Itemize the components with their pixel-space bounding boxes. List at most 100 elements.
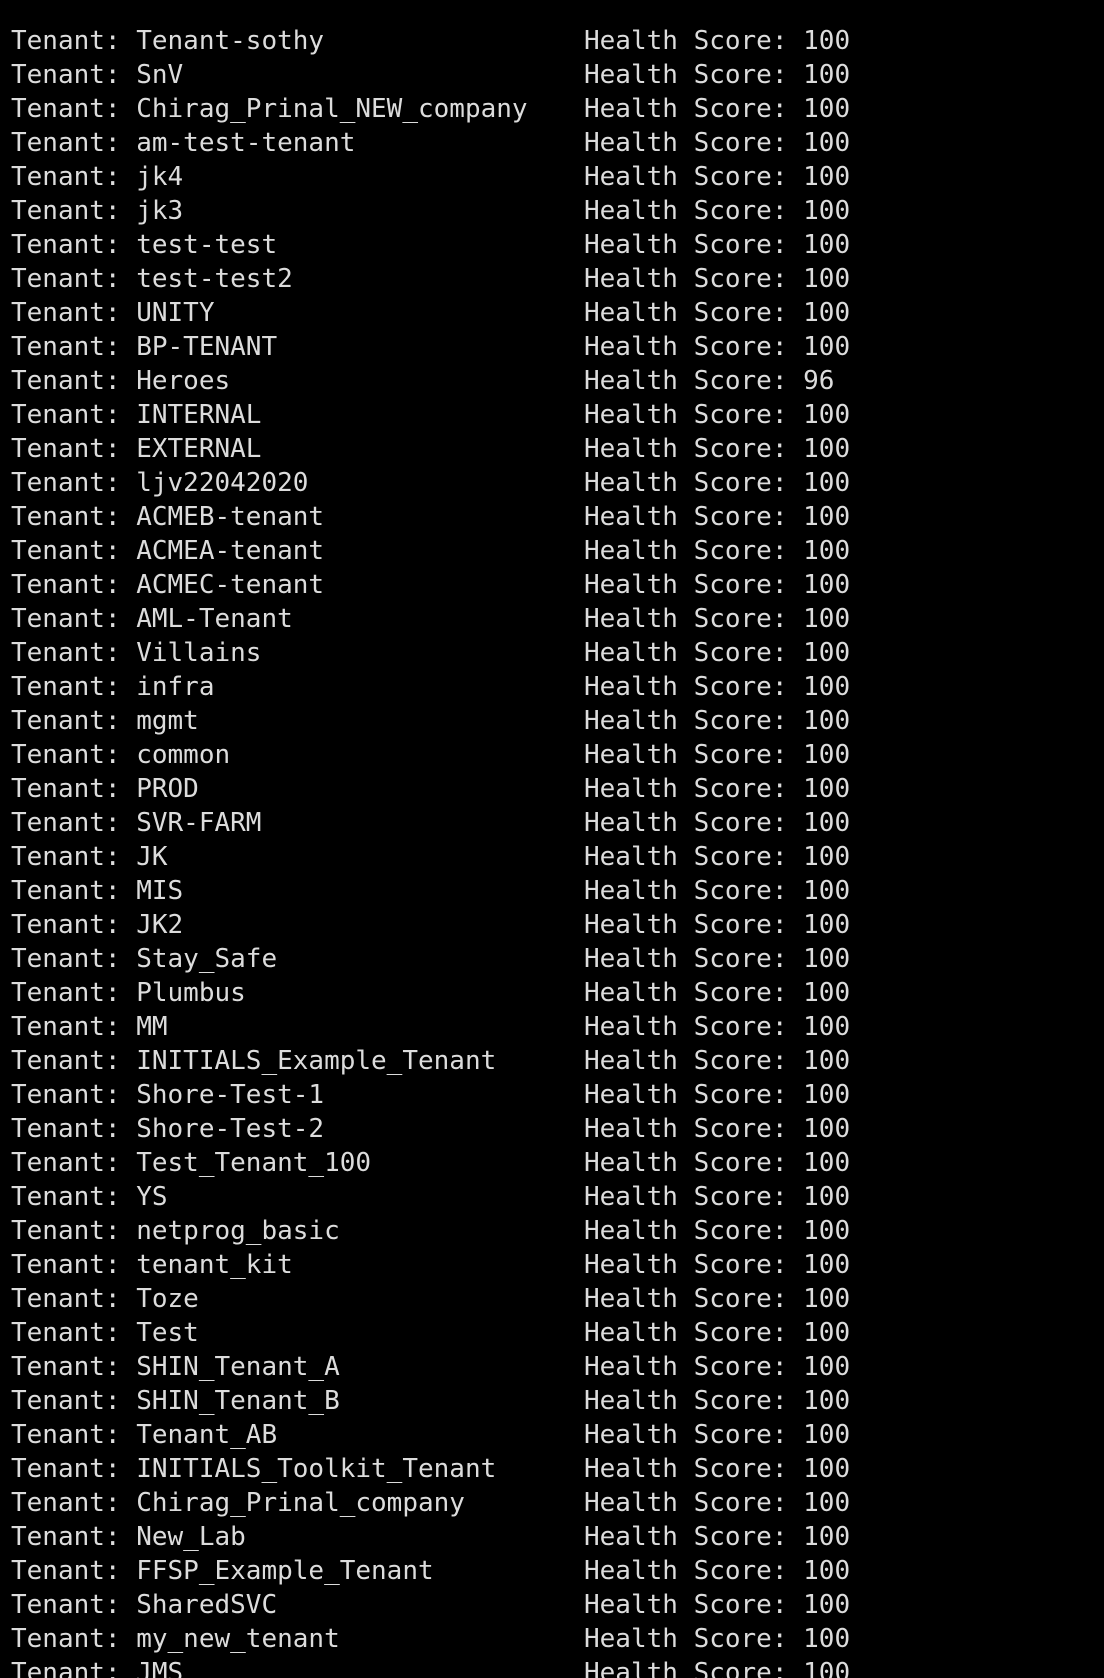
tenant-name: Tenant: Toze — [11, 1284, 199, 1314]
tenant-name: Tenant: Plumbus — [11, 978, 246, 1008]
terminal-line: Tenant: Tenant-sothy Health Score: 100 — [11, 24, 1091, 58]
terminal-line: Tenant: INTERNAL Health Score: 100 — [11, 398, 1091, 432]
terminal-line: Tenant: INITIALS_Example_Tenant Health Sc… — [11, 1044, 1091, 1078]
health-score: Health Score: 100 — [584, 1590, 851, 1620]
terminal-line: Tenant: netprog_basic Health Score: 100 — [11, 1214, 1091, 1248]
terminal-line: Tenant: Test Health Score: 100 — [11, 1316, 1091, 1350]
terminal-line: Tenant: MM Health Score: 100 — [11, 1010, 1091, 1044]
health-score: Health Score: 100 — [584, 1556, 851, 1586]
tenant-name: Tenant: Stay_Safe — [11, 944, 278, 974]
tenant-name: Tenant: Shore-Test-2 — [11, 1114, 325, 1144]
tenant-name: Tenant: ACMEA-tenant — [11, 536, 325, 566]
health-score: Health Score: 100 — [584, 502, 851, 532]
health-score: Health Score: 96 — [584, 366, 835, 396]
terminal-line: Tenant: Shore-Test-1 Health Score: 100 — [11, 1078, 1091, 1112]
terminal-line: Tenant: JMS Health Score: 100 — [11, 1656, 1091, 1678]
terminal-line: Tenant: Villains Health Score: 100 — [11, 636, 1091, 670]
terminal-line: Tenant: ljv22042020 Health Score: 100 — [11, 466, 1091, 500]
tenant-name: Tenant: AML-Tenant — [11, 604, 293, 634]
tenant-name: Tenant: SVR-FARM — [11, 808, 262, 838]
terminal-line: Tenant: am-test-tenant Health Score: 100 — [11, 126, 1091, 160]
health-score: Health Score: 100 — [584, 570, 851, 600]
tenant-name: Tenant: SharedSVC — [11, 1590, 278, 1620]
tenant-name: Tenant: am-test-tenant — [11, 128, 356, 158]
terminal-line: Tenant: JK Health Score: 100 — [11, 840, 1091, 874]
health-score: Health Score: 100 — [584, 60, 851, 90]
tenant-name: Tenant: Chirag_Prinal_NEW_company — [11, 94, 528, 124]
health-score: Health Score: 100 — [584, 1658, 851, 1678]
health-score: Health Score: 100 — [584, 1522, 851, 1552]
health-score: Health Score: 100 — [584, 808, 851, 838]
tenant-name: Tenant: FFSP_Example_Tenant — [11, 1556, 434, 1586]
health-score: Health Score: 100 — [584, 1420, 851, 1450]
terminal-line: Tenant: test-test Health Score: 100 — [11, 228, 1091, 262]
health-score: Health Score: 100 — [584, 842, 851, 872]
health-score: Health Score: 100 — [584, 774, 851, 804]
tenant-name: Tenant: New_Lab — [11, 1522, 246, 1552]
tenant-name: Tenant: Heroes — [11, 366, 231, 396]
health-score: Health Score: 100 — [584, 1114, 851, 1144]
terminal-line: Tenant: SnV Health Score: 100 — [11, 58, 1091, 92]
terminal-line: Tenant: SHIN_Tenant_A Health Score: 100 — [11, 1350, 1091, 1384]
terminal-line: Tenant: jk3 Health Score: 100 — [11, 194, 1091, 228]
health-score: Health Score: 100 — [584, 162, 851, 192]
terminal-line: Tenant: ACMEA-tenant Health Score: 100 — [11, 534, 1091, 568]
health-score: Health Score: 100 — [584, 706, 851, 736]
terminal-line: Tenant: JK2 Health Score: 100 — [11, 908, 1091, 942]
tenant-name: Tenant: SHIN_Tenant_A — [11, 1352, 340, 1382]
health-score: Health Score: 100 — [584, 604, 851, 634]
tenant-name: Tenant: ljv22042020 — [11, 468, 309, 498]
health-score: Health Score: 100 — [584, 978, 851, 1008]
health-score: Health Score: 100 — [584, 1148, 851, 1178]
health-score: Health Score: 100 — [584, 1012, 851, 1042]
terminal-line-clipped — [11, 8, 1091, 24]
terminal-line: Tenant: SharedSVC Health Score: 100 — [11, 1588, 1091, 1622]
tenant-name: Tenant: Villains — [11, 638, 262, 668]
health-score: Health Score: 100 — [584, 1080, 851, 1110]
terminal-line: Tenant: SVR-FARM Health Score: 100 — [11, 806, 1091, 840]
health-score: Health Score: 100 — [584, 638, 851, 668]
terminal-line: Tenant: jk4 Health Score: 100 — [11, 160, 1091, 194]
tenant-name: Tenant: test-test — [11, 230, 278, 260]
tenant-name: Tenant: YS — [11, 1182, 168, 1212]
tenant-name: Tenant: MM — [11, 1012, 168, 1042]
health-score: Health Score: 100 — [584, 1250, 851, 1280]
health-score: Health Score: 100 — [584, 196, 851, 226]
tenant-name: Tenant: INTERNAL — [11, 400, 262, 430]
tenant-name: Tenant: my_new_tenant — [11, 1624, 340, 1654]
terminal-output: Tenant: Tenant-sothy Health Score: 100 Ten… — [11, 0, 1091, 1678]
terminal-line: Tenant: Test_Tenant_100 Health Score: 100 — [11, 1146, 1091, 1180]
terminal-line: Tenant: BP-TENANT Health Score: 100 — [11, 330, 1091, 364]
health-score: Health Score: 100 — [584, 1488, 851, 1518]
terminal-line: Tenant: YS Health Score: 100 — [11, 1180, 1091, 1214]
tenant-name: Tenant: INITIALS_Example_Tenant — [11, 1046, 497, 1076]
health-score: Health Score: 100 — [584, 1046, 851, 1076]
tenant-name: Tenant: tenant_kit — [11, 1250, 293, 1280]
terminal-window[interactable]: Tenant: Tenant-sothy Health Score: 100 Ten… — [0, 0, 1104, 1678]
tenant-name: Tenant: JK2 — [11, 910, 184, 940]
health-score: Health Score: 100 — [584, 1216, 851, 1246]
terminal-line: Tenant: common Health Score: 100 — [11, 738, 1091, 772]
health-score: Health Score: 100 — [584, 1454, 851, 1484]
health-score: Health Score: 100 — [584, 1352, 851, 1382]
tenant-name: Tenant: MIS — [11, 876, 184, 906]
tenant-name: Tenant: Shore-Test-1 — [11, 1080, 325, 1110]
tenant-name: Tenant: infra — [11, 672, 215, 702]
tenant-name: Tenant: JK — [11, 842, 168, 872]
health-score: Health Score: 100 — [584, 1284, 851, 1314]
health-score: Health Score: 100 — [584, 434, 851, 464]
health-score: Health Score: 100 — [584, 298, 851, 328]
tenant-name: Tenant: JMS — [11, 1658, 184, 1678]
terminal-line: Tenant: Plumbus Health Score: 100 — [11, 976, 1091, 1010]
terminal-line: Tenant: ACMEC-tenant Health Score: 100 — [11, 568, 1091, 602]
terminal-line: Tenant: UNITY Health Score: 100 — [11, 296, 1091, 330]
health-score: Health Score: 100 — [584, 876, 851, 906]
health-score: Health Score: 100 — [584, 332, 851, 362]
tenant-name: Tenant: SnV — [11, 60, 184, 90]
terminal-line: Tenant: FFSP_Example_Tenant Health Score:… — [11, 1554, 1091, 1588]
health-score: Health Score: 100 — [584, 468, 851, 498]
terminal-line: Tenant: Chirag_Prinal_company Health Scor… — [11, 1486, 1091, 1520]
health-score: Health Score: 100 — [584, 740, 851, 770]
terminal-line: Tenant: my_new_tenant Health Score: 100 — [11, 1622, 1091, 1656]
tenant-name: Tenant: Tenant-sothy — [11, 26, 325, 56]
